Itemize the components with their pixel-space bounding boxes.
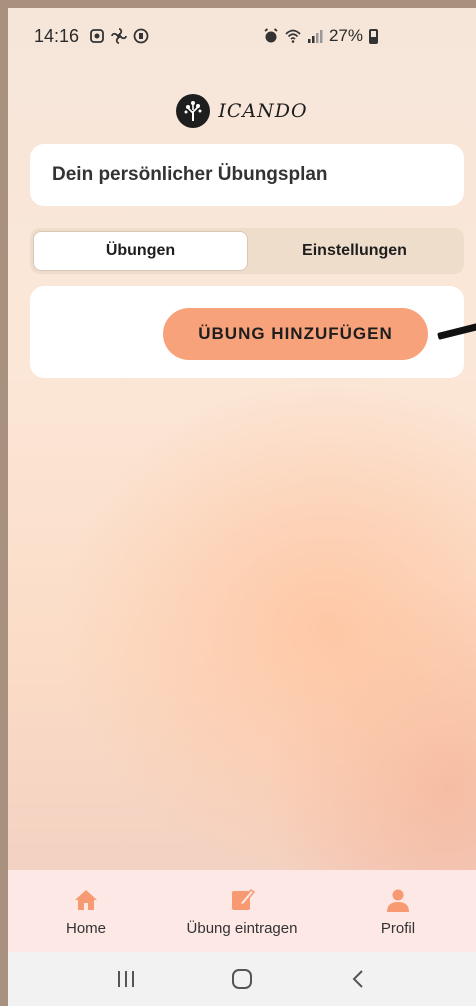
notification-app-icon — [90, 29, 104, 43]
status-time: 14:16 — [34, 25, 80, 46]
exercise-panel: ÜBUNG HINZUFÜGEN — [30, 286, 464, 378]
battery-icon — [369, 28, 378, 44]
tab-bar: Übungen Einstellungen — [30, 228, 464, 274]
nav-label-profil: Profil — [380, 919, 416, 937]
profile-icon — [384, 886, 412, 914]
alarm-icon — [264, 28, 278, 43]
bottom-navigation: Home Übung eintragen Profil — [8, 870, 476, 952]
add-exercise-button[interactable]: ÜBUNG HINZUFÜGEN — [163, 308, 428, 360]
logo-text: ICANDO — [218, 100, 308, 122]
system-navigation-bar — [8, 952, 476, 1006]
tab-einstellungen[interactable]: Einstellungen — [248, 231, 461, 271]
nav-item-profil[interactable]: Profil — [320, 886, 476, 937]
app-logo: ICANDO — [8, 94, 476, 128]
nav-label-uebung-eintragen: Übung eintragen — [186, 919, 298, 937]
tree-logo-icon — [176, 94, 211, 128]
battery-percentage: 27% — [328, 26, 363, 45]
page-title: Dein persönlicher Übungsplan — [52, 164, 328, 185]
wifi-icon — [285, 29, 301, 43]
fan-icon — [111, 28, 127, 44]
page-title-card: Dein persönlicher Übungsplan — [30, 144, 464, 206]
tab-uebungen[interactable]: Übungen — [33, 231, 248, 271]
phone-screen: 14:16 27% ICANDO Dein persönlicher Übung… — [8, 8, 476, 1006]
home-button-icon[interactable] — [222, 964, 262, 994]
nav-item-uebung-eintragen[interactable]: Übung eintragen — [164, 886, 320, 937]
edit-icon — [228, 886, 256, 914]
back-icon[interactable] — [338, 964, 378, 994]
recent-apps-icon[interactable] — [106, 964, 146, 994]
home-icon — [72, 886, 100, 914]
record-icon — [133, 28, 149, 44]
status-bar: 14:16 27% — [8, 8, 476, 64]
nav-label-home: Home — [65, 919, 106, 937]
signal-icon — [307, 30, 323, 43]
nav-item-home[interactable]: Home — [8, 886, 164, 937]
